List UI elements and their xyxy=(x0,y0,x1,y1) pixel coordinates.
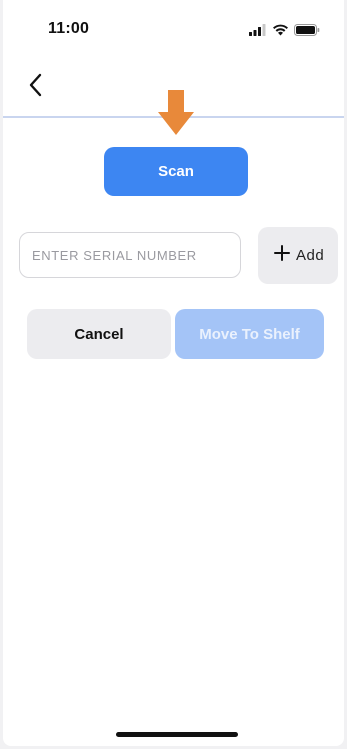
cancel-button[interactable]: Cancel xyxy=(27,309,171,359)
battery-icon xyxy=(294,23,320,41)
scan-button[interactable]: Scan xyxy=(104,147,248,196)
status-icons xyxy=(249,23,320,41)
home-indicator xyxy=(116,732,238,737)
serial-number-input[interactable] xyxy=(19,232,241,278)
add-button-label: Add xyxy=(296,247,325,264)
status-bar: 11:00 xyxy=(3,0,344,60)
scan-button-label: Scan xyxy=(158,163,194,180)
cellular-signal-icon xyxy=(249,23,267,41)
down-arrow-icon xyxy=(157,90,195,136)
phone-screen: 11:00 Scan ENTER SERIAL NUMBER Add Cance… xyxy=(3,0,344,746)
move-to-shelf-button[interactable]: Move To Shelf xyxy=(175,309,324,359)
cancel-button-label: Cancel xyxy=(74,325,124,343)
back-button[interactable] xyxy=(21,70,51,104)
wifi-icon xyxy=(272,23,289,41)
add-button[interactable]: Add xyxy=(258,227,338,284)
plus-icon xyxy=(274,245,290,266)
chevron-left-icon xyxy=(28,73,44,102)
move-to-shelf-label: Move To Shelf xyxy=(199,325,300,343)
status-time: 11:00 xyxy=(48,20,90,37)
